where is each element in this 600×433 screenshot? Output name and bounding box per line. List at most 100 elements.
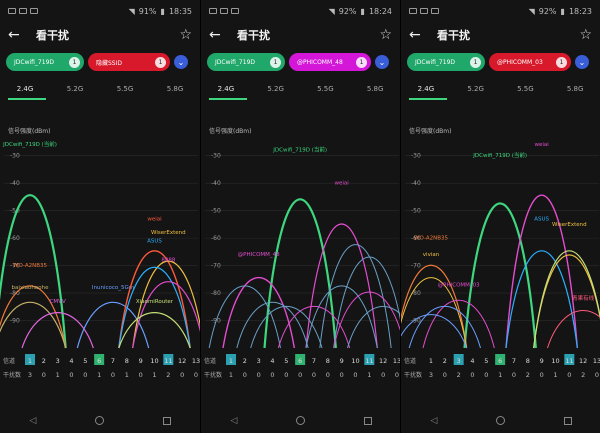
channel-number[interactable]: 6 <box>298 357 302 365</box>
channel-number[interactable]: 3 <box>56 357 60 365</box>
tab-band[interactable]: 5.5G <box>301 85 351 93</box>
network-signal-arc[interactable] <box>408 306 481 349</box>
nav-home-icon[interactable] <box>295 416 305 425</box>
tab-band[interactable]: 2.4G <box>0 85 50 93</box>
tab-band[interactable]: 5.8G <box>350 85 400 93</box>
interference-row-label: 干扰数 <box>3 371 21 379</box>
wifi-signal-icon: ◥ <box>128 6 135 16</box>
nav-back-icon[interactable]: ◁ <box>29 416 36 426</box>
tab-band[interactable]: 5.8G <box>550 85 600 93</box>
interference-count: 1 <box>97 371 101 379</box>
tab-band[interactable]: 5.2G <box>50 85 100 93</box>
network-chip[interactable]: 隐藏SSID 1 <box>88 53 170 71</box>
favorite-star-icon[interactable]: ☆ <box>179 27 192 43</box>
channel-row-label: 信道 <box>3 357 15 365</box>
tab-band[interactable]: 5.8G <box>150 85 200 93</box>
channel-number[interactable]: 8 <box>526 357 530 365</box>
channel-number[interactable]: 2 <box>42 357 46 365</box>
tab-band[interactable]: 5.5G <box>100 85 150 93</box>
channel-number[interactable]: 5 <box>484 357 488 365</box>
network-chip-label: @PHICOMM_48 <box>297 58 343 66</box>
channel-number[interactable]: 8 <box>125 357 129 365</box>
interference-count: 0 <box>340 371 344 379</box>
nav-recents-icon[interactable] <box>563 416 572 425</box>
back-arrow-icon[interactable]: ← <box>409 27 431 43</box>
favorite-star-icon[interactable]: ☆ <box>579 27 592 43</box>
system-navigation-bar: ◁ <box>201 408 400 433</box>
network-name-label: JDCwifi_719D (当前) <box>2 140 57 148</box>
interference-count: 0 <box>540 371 544 379</box>
nav-back-icon[interactable]: ◁ <box>430 416 437 426</box>
system-navigation-bar: ◁ <box>401 408 600 433</box>
channel-number[interactable]: 11 <box>565 357 573 365</box>
channel-number[interactable]: 7 <box>312 357 316 365</box>
channel-number[interactable]: 10 <box>551 357 559 365</box>
channel-number[interactable]: 9 <box>139 357 143 365</box>
tab-band[interactable]: 2.4G <box>201 85 251 93</box>
network-chip[interactable]: @PHICOMM_03 1 <box>489 53 571 71</box>
network-signal-arc[interactable] <box>118 266 191 349</box>
channel-number[interactable]: 4 <box>69 357 73 365</box>
channel-number[interactable]: 1 <box>229 357 233 365</box>
back-arrow-icon[interactable]: ← <box>209 27 231 43</box>
channel-number[interactable]: 13 <box>192 357 200 365</box>
nav-recents-icon[interactable] <box>162 416 171 425</box>
network-chip[interactable]: JDCwifi_719D 1 <box>207 53 285 71</box>
favorite-star-icon[interactable]: ☆ <box>379 27 392 43</box>
channel-number[interactable]: 12 <box>579 357 587 365</box>
nav-recents-icon[interactable] <box>363 416 372 425</box>
channel-number[interactable]: 5 <box>284 357 288 365</box>
channel-row-label: 信道 <box>404 357 416 365</box>
network-chip[interactable]: JDCwifi_719D 1 <box>407 53 485 71</box>
network-signal-arc[interactable] <box>0 194 67 349</box>
chevron-down-icon[interactable]: ⌄ <box>174 55 188 69</box>
channel-number[interactable]: 10 <box>150 357 158 365</box>
channel-number[interactable]: 9 <box>340 357 344 365</box>
network-signal-arc[interactable] <box>222 276 296 349</box>
network-signal-arc[interactable] <box>305 285 378 349</box>
chevron-down-icon[interactable]: ⌄ <box>375 55 389 69</box>
channel-number[interactable]: 10 <box>351 357 359 365</box>
channel-number[interactable]: 3 <box>257 357 261 365</box>
channel-number[interactable]: 11 <box>164 357 172 365</box>
nav-home-icon[interactable] <box>495 416 505 425</box>
channel-number[interactable]: 9 <box>540 357 544 365</box>
channel-number[interactable]: 11 <box>365 357 373 365</box>
interference-count: 0 <box>69 371 73 379</box>
nav-home-icon[interactable] <box>94 416 104 425</box>
channel-number[interactable]: 13 <box>393 357 400 365</box>
network-name-label: ASUS <box>147 238 162 244</box>
channel-number[interactable]: 5 <box>83 357 87 365</box>
channel-number[interactable]: 7 <box>512 357 516 365</box>
channel-number[interactable]: 6 <box>498 357 502 365</box>
nav-back-icon[interactable]: ◁ <box>230 416 237 426</box>
channel-number[interactable]: 12 <box>379 357 387 365</box>
channel-number[interactable]: 4 <box>270 357 274 365</box>
network-signal-arc[interactable] <box>463 202 537 349</box>
channel-number[interactable]: 6 <box>97 357 101 365</box>
interference-count: 0 <box>298 371 302 379</box>
network-chip[interactable]: @PHICOMM_48 1 <box>289 53 371 71</box>
channel-number[interactable]: 12 <box>178 357 186 365</box>
tab-band[interactable]: 5.5G <box>501 85 551 93</box>
tab-band[interactable]: 2.4G <box>401 85 451 93</box>
tab-band[interactable]: 5.2G <box>251 85 301 93</box>
channel-number[interactable]: 7 <box>111 357 115 365</box>
network-signal-arc[interactable] <box>0 301 67 349</box>
channel-number[interactable]: 4 <box>470 357 474 365</box>
channel-number[interactable]: 1 <box>28 357 32 365</box>
network-signal-arc[interactable] <box>547 310 600 349</box>
network-name-label: weiai <box>147 216 162 222</box>
channel-number[interactable]: 8 <box>326 357 330 365</box>
network-chip[interactable]: JDCwifi_719D 1 <box>6 53 84 71</box>
channel-number[interactable]: 2 <box>443 357 447 365</box>
back-arrow-icon[interactable]: ← <box>8 27 30 43</box>
channel-number[interactable]: 3 <box>457 357 461 365</box>
chevron-down-icon[interactable]: ⌄ <box>575 55 589 69</box>
channel-number[interactable]: 2 <box>243 357 247 365</box>
channel-number[interactable]: 1 <box>429 357 433 365</box>
channel-number[interactable]: 13 <box>593 357 600 365</box>
network-signal-arc[interactable] <box>118 312 191 349</box>
network-signal-arc[interactable] <box>333 256 400 349</box>
tab-band[interactable]: 5.2G <box>451 85 501 93</box>
